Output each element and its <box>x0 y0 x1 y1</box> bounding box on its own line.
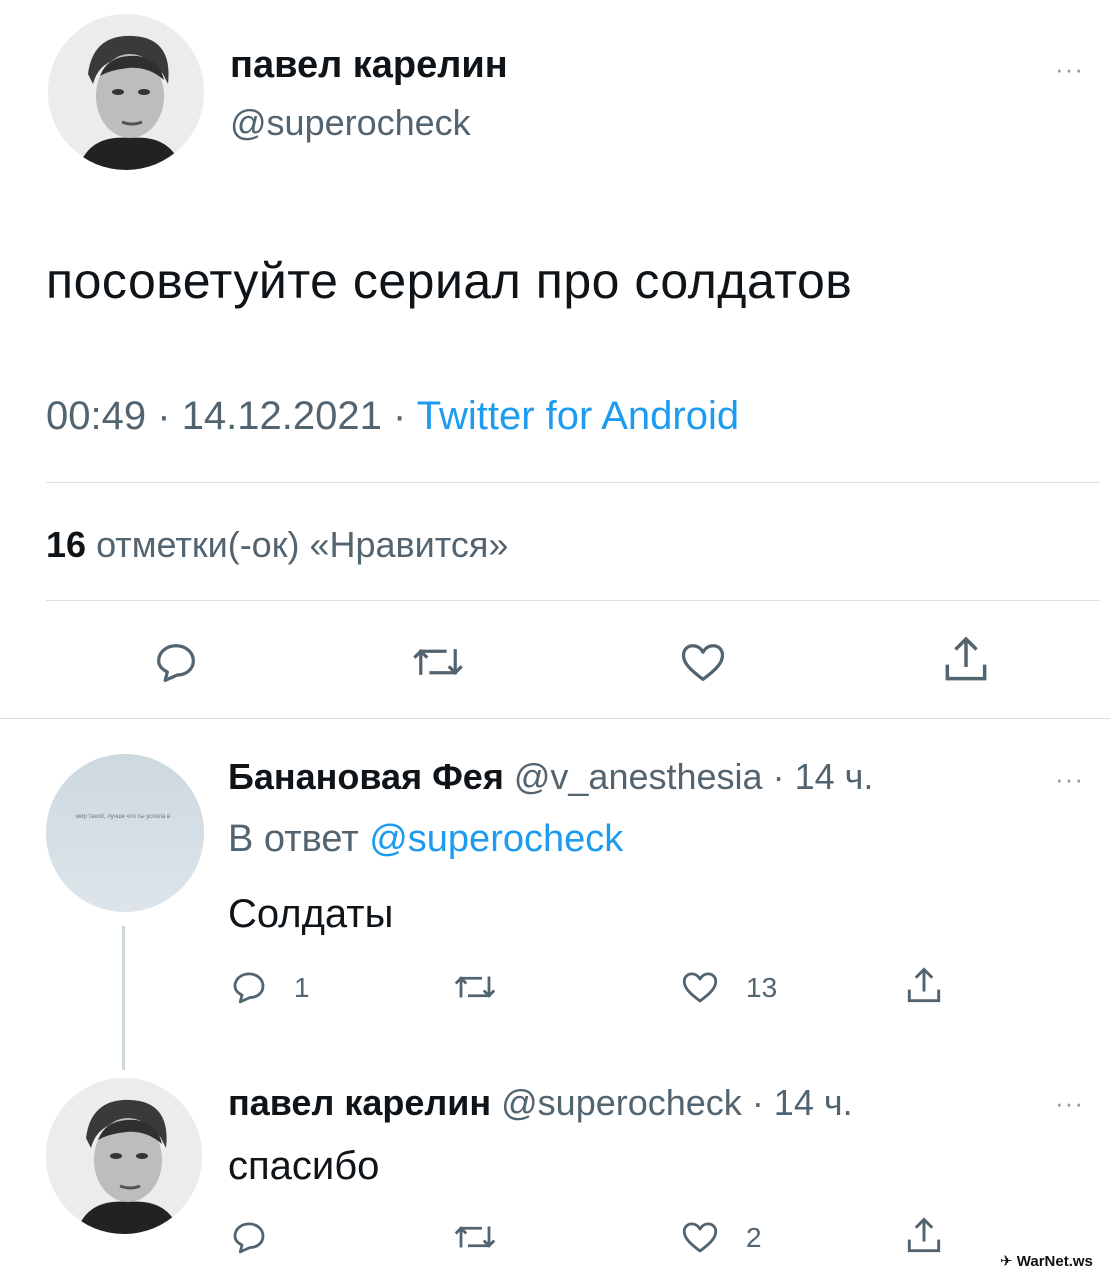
divider <box>46 482 1100 483</box>
like-icon[interactable] <box>678 1216 722 1258</box>
reply-to-prefix: В ответ <box>228 818 359 860</box>
avatar-photo <box>46 1078 202 1234</box>
reply-icon[interactable] <box>150 636 202 688</box>
reply-author-name[interactable]: павел карелин <box>228 1082 491 1123</box>
avatar-sky-image <box>46 754 204 912</box>
likes-summary[interactable]: 16 отметки(-ок) «Нравится» <box>46 524 508 566</box>
more-icon[interactable]: ··· <box>1055 56 1084 82</box>
watermark-text: WarNet.ws <box>1016 1253 1093 1270</box>
reply-time[interactable]: · 14 ч. <box>752 1082 853 1123</box>
meta-separator: · <box>157 394 171 438</box>
author-handle[interactable]: @superocheck <box>230 102 471 144</box>
divider <box>46 600 1100 601</box>
reply-avatar[interactable] <box>46 1078 202 1234</box>
reply-author-handle[interactable]: @v_anesthesia <box>514 756 763 797</box>
like-icon[interactable] <box>678 966 722 1008</box>
like-count: 13 <box>746 972 778 1003</box>
share-icon[interactable] <box>938 632 994 688</box>
tweet-text: посоветуйте сериал про солдатов <box>46 253 853 309</box>
tweet-meta: 00:49 · 14.12.2021 · Twitter for Android <box>46 394 739 439</box>
thread-line <box>122 926 125 1070</box>
avatar-caption: мир такой, лучше что ты успела в <box>76 814 171 820</box>
watermark: ✈ WarNet.ws <box>1000 1252 1093 1270</box>
like-icon[interactable] <box>676 636 730 688</box>
tweet-time: 00:49 <box>46 394 147 438</box>
reply-icon[interactable] <box>228 966 270 1008</box>
watermark-logo-icon: ✈ <box>1000 1253 1013 1270</box>
reply-icon[interactable] <box>228 1216 270 1258</box>
meta-separator: · <box>393 394 407 438</box>
likes-label: отметки(-ок) «Нравится» <box>96 524 509 565</box>
share-icon[interactable] <box>902 964 946 1008</box>
retweet-icon[interactable] <box>410 636 466 688</box>
reply-to-handle[interactable]: @superocheck <box>369 818 623 860</box>
retweet-icon[interactable] <box>452 966 498 1008</box>
share-icon[interactable] <box>902 1214 946 1258</box>
reply-header: Банановая Фея @v_anesthesia · 14 ч. <box>228 756 873 798</box>
tweet-source[interactable]: Twitter for Android <box>417 394 739 438</box>
retweet-icon[interactable] <box>452 1216 498 1258</box>
reply-to-line: В ответ @superocheck <box>228 818 623 861</box>
reply-author-name[interactable]: Банановая Фея <box>228 756 504 797</box>
tweet-date: 14.12.2021 <box>181 394 382 438</box>
reply-author-handle[interactable]: @superocheck <box>501 1082 742 1123</box>
reply-header: павел карелин @superocheck · 14 ч. <box>228 1082 853 1124</box>
like-count: 2 <box>746 1222 762 1253</box>
more-icon[interactable]: ··· <box>1055 766 1084 792</box>
author-avatar[interactable] <box>48 14 204 170</box>
reply-text: спасибо <box>228 1144 380 1188</box>
reply-text: Солдаты <box>228 892 394 936</box>
avatar-photo <box>48 14 204 170</box>
author-name[interactable]: павел карелин <box>230 44 508 87</box>
reply-avatar[interactable]: мир такой, лучше что ты успела в <box>46 754 204 912</box>
likes-count: 16 <box>46 524 87 565</box>
more-icon[interactable]: ··· <box>1055 1090 1084 1116</box>
reply-count: 1 <box>294 972 310 1003</box>
divider <box>0 718 1110 719</box>
reply-time[interactable]: · 14 ч. <box>773 756 874 797</box>
